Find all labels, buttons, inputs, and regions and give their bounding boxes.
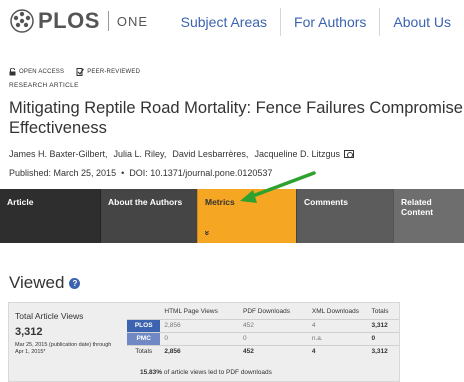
table-cell: 2,856 xyxy=(160,318,239,332)
plos-one-logo[interactable]: PLOS ONE xyxy=(9,8,148,34)
table-cell: 4 xyxy=(307,318,368,332)
author-name[interactable]: Julia L. Riley, xyxy=(114,149,167,159)
table-cell: 3,312 xyxy=(367,344,399,358)
tab-article[interactable]: Article xyxy=(0,189,100,243)
tab-label: Comments xyxy=(304,197,348,207)
article-title: Mitigating Reptile Road Mortality: Fence… xyxy=(9,99,463,137)
pdf-percentage: 15.83% xyxy=(140,369,163,376)
table-cell: 0 xyxy=(238,331,308,345)
help-icon[interactable]: ? xyxy=(69,277,81,289)
logo-separator xyxy=(107,11,109,31)
table-cell: 452 xyxy=(238,344,308,358)
open-access-badge: OPEN ACCESS xyxy=(9,68,64,76)
peer-reviewed-badge: PEER-REVIEWED xyxy=(76,68,140,76)
publication-info: Published: March 25, 2015 • DOI: 10.1371… xyxy=(9,168,272,178)
table-cell: 0 xyxy=(160,331,239,345)
source-totals: Totals xyxy=(127,344,161,358)
column-header: HTML Page Views xyxy=(164,308,218,316)
chevron-down-icon: » xyxy=(202,230,213,236)
info-separator: • xyxy=(118,168,130,178)
column-header: Totals xyxy=(371,308,389,316)
table-row: Totals 2,856 452 4 3,312 xyxy=(127,344,399,358)
tab-label: About the Authors xyxy=(108,197,183,207)
tab-comments[interactable]: Comments xyxy=(296,189,393,243)
author-name[interactable]: David Lesbarrères, xyxy=(172,149,248,159)
pdf-note-text: of article views led to PDF downloads xyxy=(162,369,272,376)
source-plos: PLOS xyxy=(127,318,161,332)
site-header: PLOS ONE Subject Areas For Authors About… xyxy=(0,0,464,44)
peer-reviewed-icon xyxy=(76,68,85,76)
nav-for-authors[interactable]: For Authors xyxy=(280,8,379,36)
viewed-heading: Viewed ? xyxy=(9,273,81,293)
nav-about-us[interactable]: About Us xyxy=(379,8,464,36)
table-cell: 2,856 xyxy=(160,344,239,358)
table-header-row: HTML Page Views PDF Downloads XML Downlo… xyxy=(127,305,399,319)
tab-label: Article xyxy=(7,197,34,207)
tab-about-the-authors[interactable]: About the Authors xyxy=(100,189,197,243)
total-views-panel: Total Article Views 3,312 Mar 25, 2015 (… xyxy=(9,303,124,381)
table-row: PLOS 2,856 452 4 3,312 xyxy=(127,318,399,332)
peer-reviewed-label: PEER-REVIEWED xyxy=(87,69,141,75)
author-name[interactable]: Jacqueline D. Litzgus xyxy=(254,149,340,159)
source-pmc: PMC xyxy=(127,331,161,345)
plos-logo-icon xyxy=(9,8,35,34)
tab-metrics[interactable]: Metrics » xyxy=(197,189,296,243)
article-tabs: Article About the Authors Metrics » Comm… xyxy=(0,189,464,243)
viewed-title: Viewed xyxy=(9,273,65,292)
published-date: Published: March 25, 2015 xyxy=(9,168,117,178)
column-header: PDF Downloads xyxy=(242,308,290,316)
views-table: HTML Page Views PDF Downloads XML Downlo… xyxy=(127,305,399,358)
column-header xyxy=(127,305,160,319)
table-cell: 4 xyxy=(307,344,368,358)
table-cell: 452 xyxy=(238,318,308,332)
access-badges: OPEN ACCESS PEER-REVIEWED xyxy=(9,68,152,76)
main-nav: Subject Areas For Authors About Us xyxy=(168,0,464,44)
author-list: James H. Baxter-Gilbert, Julia L. Riley,… xyxy=(9,149,354,159)
logo-suffix: ONE xyxy=(116,13,149,29)
views-stats-box: Total Article Views 3,312 Mar 25, 2015 (… xyxy=(8,302,400,382)
pdf-download-note: 15.83% of article views led to PDF downl… xyxy=(140,369,272,376)
column-header: XML Downloads xyxy=(311,308,359,316)
total-views-label: Total Article Views xyxy=(15,311,84,321)
table-cell: n.a. xyxy=(307,331,368,345)
table-cell: 0 xyxy=(367,331,399,345)
table-row: PMC 0 0 n.a. 0 xyxy=(127,331,399,345)
logo-text: PLOS xyxy=(38,8,100,33)
views-date-range: Mar 25, 2015 (publication date) through … xyxy=(15,342,112,355)
author-name[interactable]: James H. Baxter-Gilbert, xyxy=(9,149,108,159)
tab-label: Metrics xyxy=(205,197,235,207)
tab-related-content[interactable]: Related Content xyxy=(393,189,464,243)
tab-label: Related Content xyxy=(401,197,434,217)
contact-author-icon[interactable] xyxy=(344,150,354,158)
open-access-label: OPEN ACCESS xyxy=(19,69,65,75)
doi-link[interactable]: DOI: 10.1371/journal.pone.0120537 xyxy=(129,168,272,178)
nav-subject-areas[interactable]: Subject Areas xyxy=(168,8,280,36)
open-lock-icon xyxy=(9,68,16,76)
article-type: RESEARCH ARTICLE xyxy=(9,82,79,89)
table-cell: 3,312 xyxy=(367,318,399,332)
total-views-value: 3,312 xyxy=(15,326,43,338)
